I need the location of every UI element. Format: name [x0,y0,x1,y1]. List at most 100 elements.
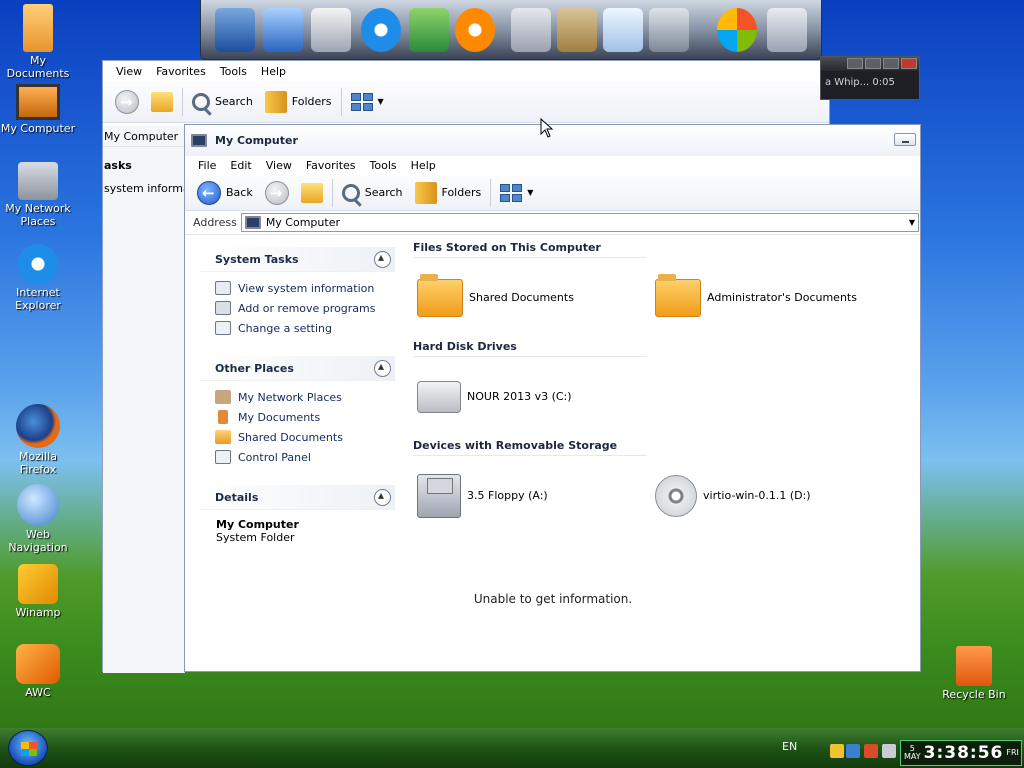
menu-edit[interactable]: Edit [223,159,258,172]
cd-drive-icon [655,474,697,517]
search-button[interactable]: Search [336,178,409,208]
collapse-icon[interactable] [374,488,391,506]
internet-explorer-icon[interactable] [361,8,401,52]
trash-icon[interactable] [767,8,807,52]
winamp-tray-icon[interactable] [830,744,844,758]
folder-up-icon [300,182,323,203]
desktop-icon-my-network-places[interactable]: My Network Places [0,162,76,228]
computer-icon[interactable] [215,8,255,52]
display-tray-icon[interactable] [846,744,860,758]
views-button[interactable]: ▼ [345,87,390,117]
desktop-icon-winamp[interactable]: Winamp [0,564,76,619]
start-button[interactable] [8,730,48,766]
details-header[interactable]: Details [199,485,395,510]
forward-button[interactable] [259,178,295,208]
item-drive-c[interactable]: NOUR 2013 v3 (C:) [413,380,651,413]
firefox-icon [16,404,60,448]
minimize-icon[interactable] [847,58,863,69]
calculator-icon[interactable] [511,8,551,52]
folders-button[interactable]: Folders [259,87,338,117]
close-icon[interactable] [901,58,917,69]
chevron-down-icon: ▼ [527,188,534,197]
item-administrators-documents[interactable]: Administrator's Documents [651,273,889,317]
toolbar-separator [182,87,183,116]
forward-button[interactable] [109,87,145,117]
media-player-window[interactable]: a Whip... 0:05 [820,56,920,100]
language-indicator[interactable]: EN [782,740,797,753]
task-view-system-information[interactable]: View system information [215,278,395,298]
back-arrow-icon [197,180,221,205]
player-track-text: a Whip... 0:05 [825,77,895,88]
place-my-documents[interactable]: My Documents [215,407,395,427]
views-button[interactable]: ▼ [494,178,539,208]
pin-icon[interactable] [883,58,899,69]
chevron-down-icon[interactable]: ▼ [909,218,915,227]
documents-icon [218,410,228,424]
desktop-icon-awc[interactable]: AWC [0,644,76,699]
menu-tools[interactable]: Tools [213,65,254,78]
task-change-setting[interactable]: Change a setting [215,318,395,338]
windows-update-icon[interactable] [717,8,757,52]
system-tasks-header[interactable]: System Tasks [199,247,395,272]
toolbar-separator [331,178,333,207]
collapse-icon[interactable] [374,250,391,268]
collapse-icon[interactable] [374,359,391,377]
place-shared-documents[interactable]: Shared Documents [215,427,395,447]
network-icon[interactable] [263,8,303,52]
my-computer-window[interactable]: My Computer File Edit View Favorites Too… [184,124,921,672]
folders-button[interactable]: Folders [409,178,488,208]
menu-view[interactable]: View [259,159,299,172]
place-my-network-places[interactable]: My Network Places [215,387,395,407]
desktop-icon-my-computer[interactable]: My Computer [0,84,76,135]
menu-view[interactable]: View [109,65,149,78]
monitor-icon[interactable] [409,8,449,52]
my-computer-icon [191,133,207,147]
up-folder-button[interactable] [145,87,179,117]
desktop-icon-internet-explorer[interactable]: Internet Explorer [0,244,76,312]
up-folder-button[interactable] [295,178,329,208]
search-button[interactable]: Search [186,87,259,117]
menu-favorites[interactable]: Favorites [299,159,363,172]
minimize-button[interactable] [894,133,916,146]
settings-icon[interactable] [649,8,689,52]
desktop-icon-recycle-bin[interactable]: Recycle Bin [936,646,1012,701]
desktop-icon-web-navigation[interactable]: Web Navigation [0,484,76,554]
network-icon [215,390,231,404]
paint-icon[interactable] [557,8,597,52]
network-tray-icon[interactable] [882,744,896,758]
back-side-item[interactable]: system informa [103,172,184,195]
folder-icon [215,430,231,444]
task-add-remove-programs[interactable]: Add or remove programs [215,298,395,318]
item-floppy-a[interactable]: 3.5 Floppy (A:) [413,473,651,518]
clock[interactable]: 5 MAY 3:38:56 FRI [900,740,1022,766]
details-name: My Computer [216,518,299,531]
desktop-icon-mozilla-firefox[interactable]: Mozilla Firefox [0,404,76,476]
item-cd-d[interactable]: virtio-win-0.1.1 (D:) [651,474,889,517]
documents-icon[interactable] [311,8,351,52]
other-places-header[interactable]: Other Places [199,356,395,381]
menu-tools[interactable]: Tools [363,159,404,172]
security-tray-icon[interactable] [864,744,878,758]
media-player-icon[interactable] [455,8,495,52]
folder-icon [417,273,463,317]
notepad-icon[interactable] [603,8,643,52]
back-task-pane: My Computer asks system informa [103,125,185,673]
menu-favorites[interactable]: Favorites [149,65,213,78]
address-input[interactable]: My Computer ▼ [240,213,919,232]
menu-help[interactable]: Help [404,159,443,172]
back-button[interactable]: Back [191,178,259,208]
content-area: Files Stored on This Computer Shared Doc… [413,238,933,535]
desktop-icon-my-documents[interactable]: My Documents [0,4,76,80]
views-icon [500,183,523,202]
restore-icon[interactable] [865,58,881,69]
place-control-panel[interactable]: Control Panel [215,447,395,467]
menu-help[interactable]: Help [254,65,293,78]
dock-bar [200,0,822,60]
group-hdd-title: Hard Disk Drives [413,337,647,357]
menubar: File Edit View Favorites Tools Help [185,155,920,175]
other-places-panel: Other Places My Network Places My Docume… [199,356,395,467]
item-shared-documents[interactable]: Shared Documents [413,273,651,317]
network-icon [18,162,58,200]
menu-file[interactable]: File [191,159,223,172]
floppy-icon [417,473,461,518]
